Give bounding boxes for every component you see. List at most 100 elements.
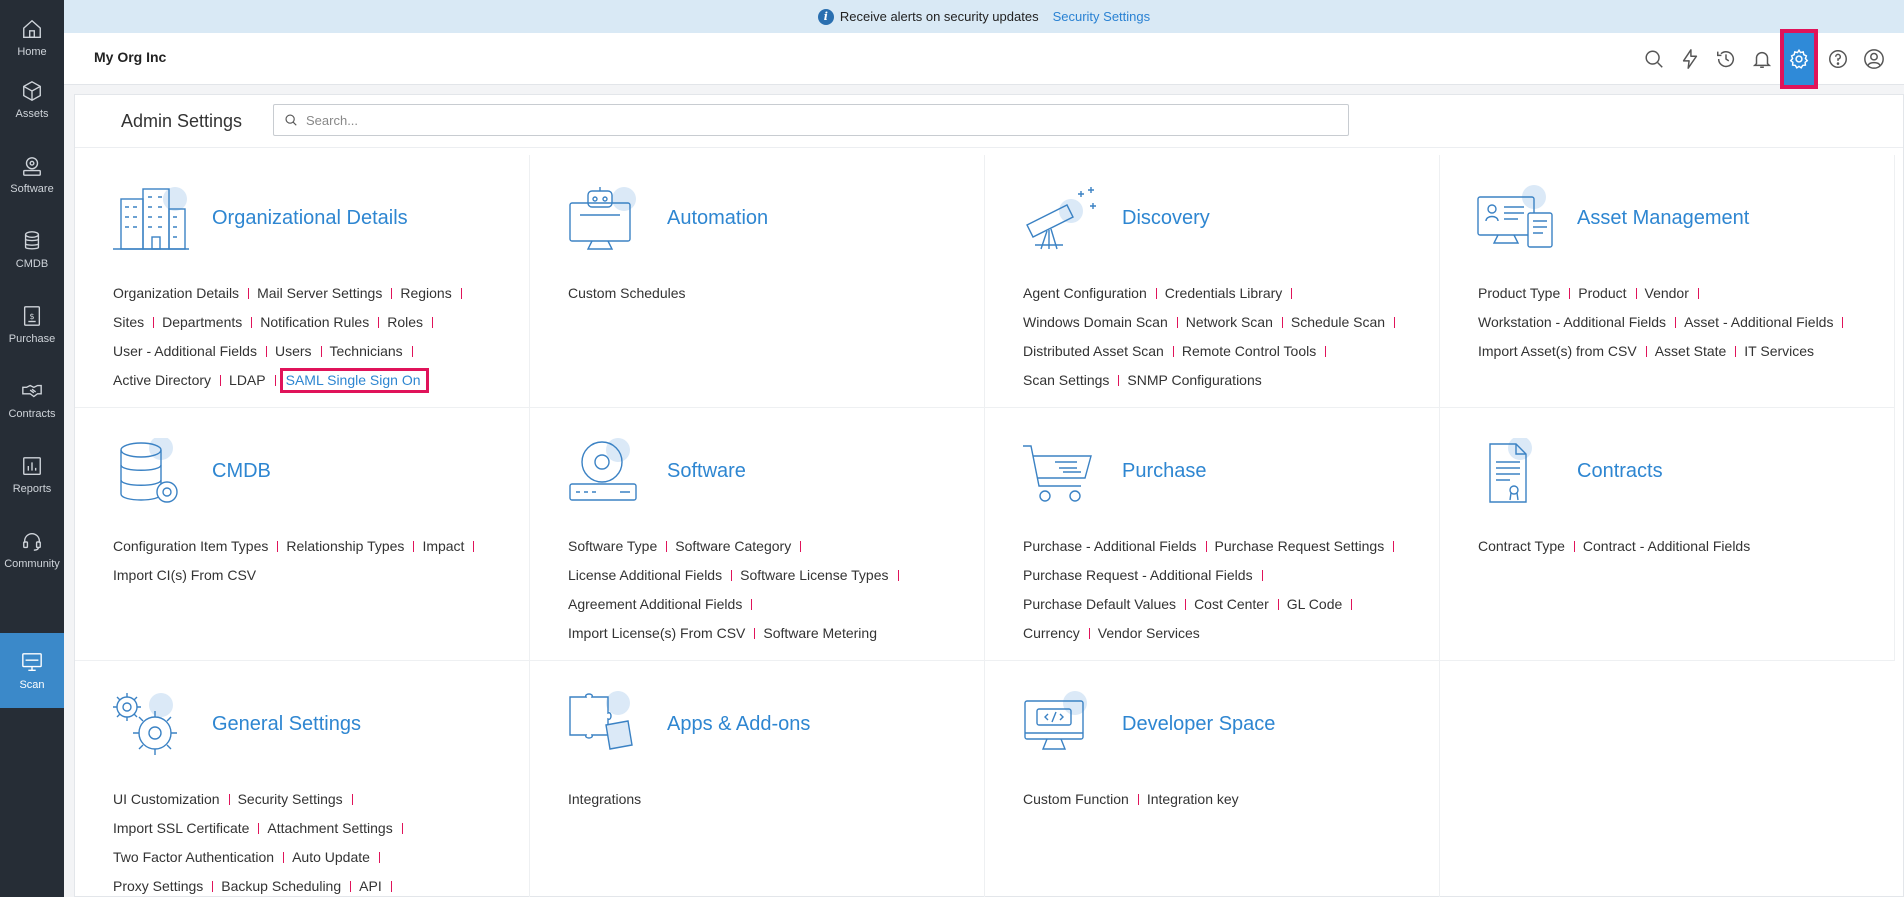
nav-cmdb[interactable]: CMDB — [0, 212, 64, 287]
purchase-request-settings-link[interactable]: Purchase Request Settings — [1215, 538, 1385, 554]
technicians-link[interactable]: Technicians — [330, 343, 403, 359]
schedule-scan-link[interactable]: Schedule Scan — [1291, 314, 1385, 330]
license-additional-fields-link[interactable]: License Additional Fields — [568, 567, 722, 583]
departments-link[interactable]: Departments — [162, 314, 242, 330]
attachment-settings-link[interactable]: Attachment Settings — [267, 820, 392, 836]
active-directory-link[interactable]: Active Directory — [113, 372, 211, 388]
network-scan-link[interactable]: Network Scan — [1186, 314, 1273, 330]
configuration-item-types-link[interactable]: Configuration Item Types — [113, 538, 268, 554]
regions-link[interactable]: Regions — [400, 285, 451, 301]
currency-link[interactable]: Currency — [1023, 625, 1080, 641]
quick-actions-button[interactable] — [1672, 33, 1708, 85]
import-asset-s-from-csv-link[interactable]: Import Asset(s) from CSV — [1478, 343, 1637, 359]
it-services-link[interactable]: IT Services — [1744, 343, 1814, 359]
product-link[interactable]: Product — [1578, 285, 1626, 301]
roles-link[interactable]: Roles — [387, 314, 423, 330]
software-type-link[interactable]: Software Type — [568, 538, 657, 554]
notifications-button[interactable] — [1744, 33, 1780, 85]
windows-domain-scan-link[interactable]: Windows Domain Scan — [1023, 314, 1168, 330]
user-additional-fields-link[interactable]: User - Additional Fields — [113, 343, 257, 359]
import-ci-s-from-csv-link[interactable]: Import CI(s) From CSV — [113, 567, 256, 583]
agent-configuration-link[interactable]: Agent Configuration — [1023, 285, 1147, 301]
purchase-additional-fields-link[interactable]: Purchase - Additional Fields — [1023, 538, 1197, 554]
workstation-additional-fields-link[interactable]: Workstation - Additional Fields — [1478, 314, 1666, 330]
card-title[interactable]: Purchase — [1122, 460, 1207, 483]
saml-single-sign-on-link[interactable]: SAML Single Sign On — [279, 368, 429, 393]
card-title[interactable]: General Settings — [212, 713, 361, 736]
ldap-link[interactable]: LDAP — [229, 372, 266, 388]
software-license-types-link[interactable]: Software License Types — [740, 567, 888, 583]
database-icon — [24, 230, 40, 249]
ui-customization-link[interactable]: UI Customization — [113, 791, 220, 807]
product-type-link[interactable]: Product Type — [1478, 285, 1560, 301]
purchase-default-values-link[interactable]: Purchase Default Values — [1023, 596, 1176, 612]
vendor-services-link[interactable]: Vendor Services — [1098, 625, 1200, 641]
api-link[interactable]: API — [359, 878, 382, 894]
auto-update-link[interactable]: Auto Update — [292, 849, 370, 865]
history-button[interactable] — [1708, 33, 1744, 85]
backup-scheduling-link[interactable]: Backup Scheduling — [221, 878, 341, 894]
cost-center-link[interactable]: Cost Center — [1194, 596, 1269, 612]
integrations-link[interactable]: Integrations — [568, 791, 641, 807]
card-title[interactable]: Organizational Details — [212, 207, 408, 230]
users-link[interactable]: Users — [275, 343, 312, 359]
user-profile-button[interactable] — [1856, 33, 1892, 85]
link-separator — [473, 541, 475, 552]
two-factor-authentication-link[interactable]: Two Factor Authentication — [113, 849, 274, 865]
snmp-configurations-link[interactable]: SNMP Configurations — [1127, 372, 1261, 388]
scan-settings-link[interactable]: Scan Settings — [1023, 372, 1109, 388]
mail-server-settings-link[interactable]: Mail Server Settings — [257, 285, 382, 301]
link-row: Import Asset(s) from CSV Asset State IT Se… — [1478, 337, 1878, 366]
impact-link[interactable]: Impact — [422, 538, 464, 554]
link-separator — [153, 317, 155, 328]
nav-scan[interactable]: Scan — [0, 633, 64, 708]
card-title[interactable]: Developer Space — [1122, 713, 1275, 736]
contract-additional-fields-link[interactable]: Contract - Additional Fields — [1583, 538, 1750, 554]
asset-additional-fields-link[interactable]: Asset - Additional Fields — [1684, 314, 1833, 330]
puzzle-icon — [569, 691, 633, 750]
card-title[interactable]: Asset Management — [1577, 207, 1749, 230]
security-settings-link[interactable]: Security Settings — [238, 791, 343, 807]
proxy-settings-link[interactable]: Proxy Settings — [113, 878, 203, 894]
gl-code-link[interactable]: GL Code — [1287, 596, 1343, 612]
integration-key-link[interactable]: Integration key — [1147, 791, 1239, 807]
card-title[interactable]: Discovery — [1122, 207, 1210, 230]
admin-settings-button[interactable] — [1780, 29, 1818, 89]
custom-schedules-link[interactable]: Custom Schedules — [568, 285, 686, 301]
card-title[interactable]: Contracts — [1577, 460, 1663, 483]
nav-software[interactable]: Software — [0, 137, 64, 212]
purchase-request-additional-fields-link[interactable]: Purchase Request - Additional Fields — [1023, 567, 1253, 583]
nav-reports[interactable]: Reports — [0, 437, 64, 512]
search-button[interactable] — [1636, 33, 1672, 85]
software-category-link[interactable]: Software Category — [675, 538, 791, 554]
software-metering-link[interactable]: Software Metering — [763, 625, 877, 641]
card-title[interactable]: Software — [667, 460, 746, 483]
contract-type-link[interactable]: Contract Type — [1478, 538, 1565, 554]
help-button[interactable] — [1820, 33, 1856, 85]
card-title[interactable]: Apps & Add-ons — [667, 713, 810, 736]
credentials-library-link[interactable]: Credentials Library — [1165, 285, 1283, 301]
nav-purchase[interactable]: $ Purchase — [0, 287, 64, 362]
nav-contracts[interactable]: Contracts — [0, 362, 64, 437]
link-row: Configuration Item Types Relationship Typ… — [113, 532, 513, 561]
admin-search-box[interactable] — [273, 104, 1349, 136]
relationship-types-link[interactable]: Relationship Types — [286, 538, 404, 554]
organization-details-link[interactable]: Organization Details — [113, 285, 239, 301]
card-title[interactable]: Automation — [667, 207, 768, 230]
security-settings-link[interactable]: Security Settings — [1053, 9, 1151, 24]
asset-state-link[interactable]: Asset State — [1655, 343, 1727, 359]
sites-link[interactable]: Sites — [113, 314, 144, 330]
agreement-additional-fields-link[interactable]: Agreement Additional Fields — [568, 596, 742, 612]
import-license-s-from-csv-link[interactable]: Import License(s) From CSV — [568, 625, 745, 641]
remote-control-tools-link[interactable]: Remote Control Tools — [1182, 343, 1316, 359]
notification-rules-link[interactable]: Notification Rules — [260, 314, 369, 330]
admin-search-input[interactable] — [306, 112, 1306, 128]
import-ssl-certificate-link[interactable]: Import SSL Certificate — [113, 820, 249, 836]
gear-highlight[interactable] — [1780, 29, 1818, 89]
card-title[interactable]: CMDB — [212, 460, 271, 483]
vendor-link[interactable]: Vendor — [1645, 285, 1689, 301]
custom-function-link[interactable]: Custom Function — [1023, 791, 1129, 807]
nav-community[interactable]: Community — [0, 512, 64, 587]
nav-assets[interactable]: Assets — [0, 62, 64, 137]
distributed-asset-scan-link[interactable]: Distributed Asset Scan — [1023, 343, 1164, 359]
